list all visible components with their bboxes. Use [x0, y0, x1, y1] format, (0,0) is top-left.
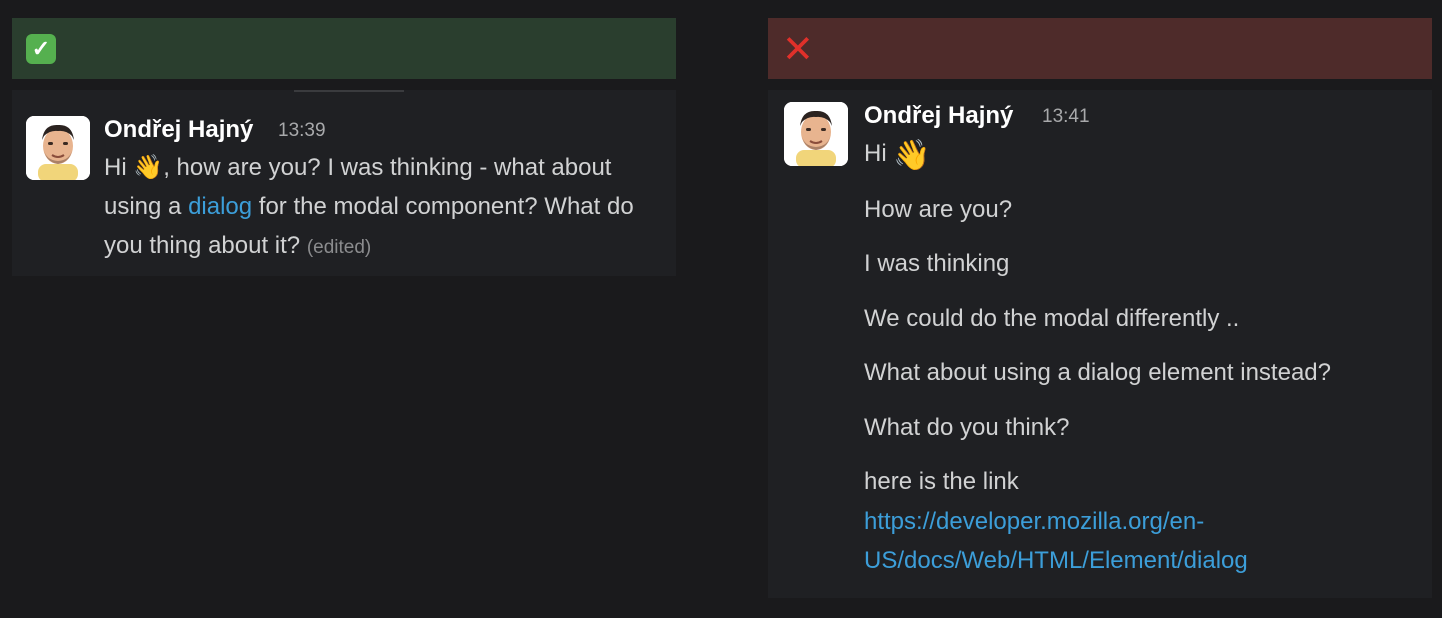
check-mark-icon: ✓ — [26, 33, 56, 64]
author-name[interactable]: Ondřej Hajný — [864, 102, 1013, 130]
author-name[interactable]: Ondřej Hajný — [104, 116, 253, 144]
divider — [294, 90, 404, 92]
message-timestamp[interactable]: 13:41 — [1042, 106, 1090, 128]
message-line: What do you think? — [864, 414, 1070, 441]
avatar[interactable] — [784, 102, 848, 166]
edited-label: (edited) — [306, 237, 372, 258]
dialog-link[interactable]: dialog — [188, 193, 252, 220]
avatar-image — [26, 116, 90, 180]
message-text: Hi 👋, how are you? I was thinking - what… — [104, 148, 674, 267]
cross-mark-icon: ✕ — [782, 26, 814, 71]
mdn-dialog-link-continued[interactable]: US/docs/Web/HTML/Element/dialog — [864, 547, 1248, 575]
message-line: We could do the modal differently .. — [864, 305, 1240, 332]
avatar[interactable] — [26, 116, 90, 180]
message-line: How are you? — [864, 196, 1013, 223]
good-example-message[interactable]: Ondřej Hajný 13:39 Hi 👋, how are you? I … — [12, 90, 676, 276]
message-line: I was thinking — [864, 250, 1010, 277]
message-line: here is the link — [864, 468, 1019, 495]
bad-example-message[interactable]: Ondřej Hajný 13:41 Hi 👋 How are you? I w… — [768, 90, 1432, 598]
avatar-image — [784, 102, 848, 166]
message-line: What about using a dialog element instea… — [864, 359, 1331, 386]
waving-hand-emoji: 👋 — [893, 139, 931, 172]
good-example-banner: ✓ — [12, 18, 676, 79]
mdn-dialog-link[interactable]: https://developer.mozilla.org/en- — [864, 508, 1204, 536]
greeting-text: Hi — [864, 140, 887, 167]
bad-example-banner: ✕ — [768, 18, 1432, 79]
message-line-greeting: Hi 👋 — [864, 140, 931, 171]
message-timestamp[interactable]: 13:39 — [278, 120, 326, 142]
